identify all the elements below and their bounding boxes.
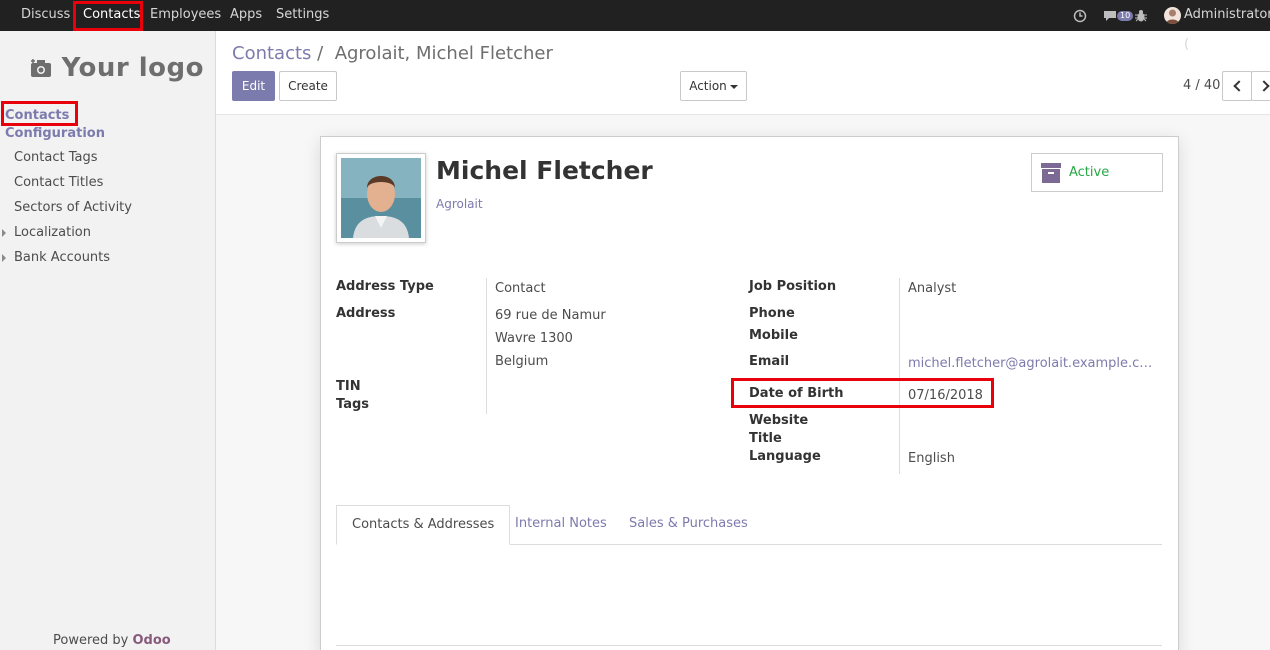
website-label: Website	[749, 413, 809, 428]
tags-label: Tags	[336, 397, 370, 412]
address-type-value: Contact	[495, 281, 546, 296]
address-city: Wavre 1300	[495, 331, 573, 346]
expand-caret-icon[interactable]	[2, 229, 6, 237]
top-navbar: Discuss Contacts Employees Apps Settings…	[0, 0, 1270, 52]
field-divider	[486, 278, 487, 414]
action-dropdown[interactable]: Action	[680, 71, 747, 101]
pager-next-button[interactable]	[1251, 71, 1270, 101]
address-street: 69 rue de Namur	[495, 308, 606, 323]
status-label: Active	[1069, 165, 1110, 180]
job-position-label: Job Position	[749, 279, 837, 294]
date-of-birth-highlight	[731, 378, 994, 408]
breadcrumb: Contacts / Agrolait, Michel Fletcher	[232, 43, 553, 64]
tab-content-divider	[336, 645, 1162, 646]
sidebar-item-sectors[interactable]: Sectors of Activity	[14, 200, 132, 215]
expand-caret-icon[interactable]	[2, 254, 6, 262]
mobile-label: Mobile	[749, 328, 798, 343]
sidebar-contacts-highlight	[1, 101, 78, 126]
company-logo[interactable]: Your logo	[30, 53, 204, 83]
job-position-value: Analyst	[908, 281, 957, 296]
message-count-badge: 10	[1117, 10, 1134, 21]
tab-sales-purchases[interactable]: Sales & Purchases	[629, 505, 748, 545]
email-link[interactable]: michel.fletcher@agrolait.example.c…	[908, 356, 1152, 371]
activity-clock-icon[interactable]	[1073, 0, 1087, 31]
company-link[interactable]: Agrolait	[436, 197, 483, 211]
language-value: English	[908, 451, 955, 466]
email-label: Email	[749, 354, 790, 369]
tab-contacts-addresses[interactable]: Contacts & Addresses	[336, 505, 511, 545]
powered-by-text: Powered by	[53, 633, 133, 648]
powered-by: Powered by Odoo	[53, 633, 171, 648]
logo-text: Your logo	[61, 53, 204, 83]
title-label: Title	[749, 431, 782, 446]
tin-label: TIN	[336, 379, 361, 394]
breadcrumb-contacts[interactable]: Contacts	[232, 43, 311, 64]
sidebar-section-configuration[interactable]: Configuration	[5, 126, 105, 141]
address-type-label: Address Type	[336, 279, 434, 294]
address-label: Address	[336, 306, 396, 321]
chevron-right-icon	[1258, 80, 1270, 92]
sidebar-item-contact-tags[interactable]: Contact Tags	[14, 150, 98, 165]
user-avatar[interactable]	[1164, 7, 1181, 24]
breadcrumb-separator: /	[317, 43, 324, 64]
archive-icon	[1041, 163, 1061, 183]
edit-button[interactable]: Edit	[232, 71, 275, 101]
odoo-link[interactable]: Odoo	[132, 633, 170, 648]
active-toggle-button[interactable]: Active	[1031, 153, 1163, 192]
menu-settings[interactable]: Settings	[276, 0, 329, 31]
action-label: Action	[689, 79, 727, 93]
phone-label: Phone	[749, 306, 795, 321]
camera-icon	[31, 59, 51, 77]
field-divider	[899, 278, 900, 474]
menu-discuss[interactable]: Discuss	[21, 0, 70, 31]
menu-employees[interactable]: Employees	[150, 0, 221, 31]
menu-apps[interactable]: Apps	[230, 0, 262, 31]
messages-button[interactable]: 10	[1103, 0, 1134, 31]
create-button[interactable]: Create	[279, 71, 337, 101]
contact-name: Michel Fletcher	[436, 156, 653, 185]
sidebar-item-localization[interactable]: Localization	[14, 225, 91, 240]
debug-bug-icon[interactable]	[1135, 0, 1147, 31]
chat-icon	[1104, 10, 1116, 21]
tab-internal-notes[interactable]: Internal Notes	[515, 505, 607, 545]
sidebar-item-bank-accounts[interactable]: Bank Accounts	[14, 250, 110, 265]
pager-previous-button[interactable]	[1222, 71, 1252, 101]
user-menu[interactable]: Administrator (	[1184, 0, 1270, 52]
breadcrumb-current: Agrolait, Michel Fletcher	[334, 43, 553, 64]
sidebar-item-contact-titles[interactable]: Contact Titles	[14, 175, 103, 190]
language-label: Language	[749, 449, 821, 464]
contact-photo[interactable]	[336, 153, 426, 243]
address-country: Belgium	[495, 354, 549, 369]
contacts-menu-highlight	[73, 1, 143, 31]
caret-down-icon	[729, 84, 738, 89]
chevron-left-icon	[1233, 80, 1245, 92]
pager-value[interactable]: 4 / 40	[1183, 78, 1220, 93]
